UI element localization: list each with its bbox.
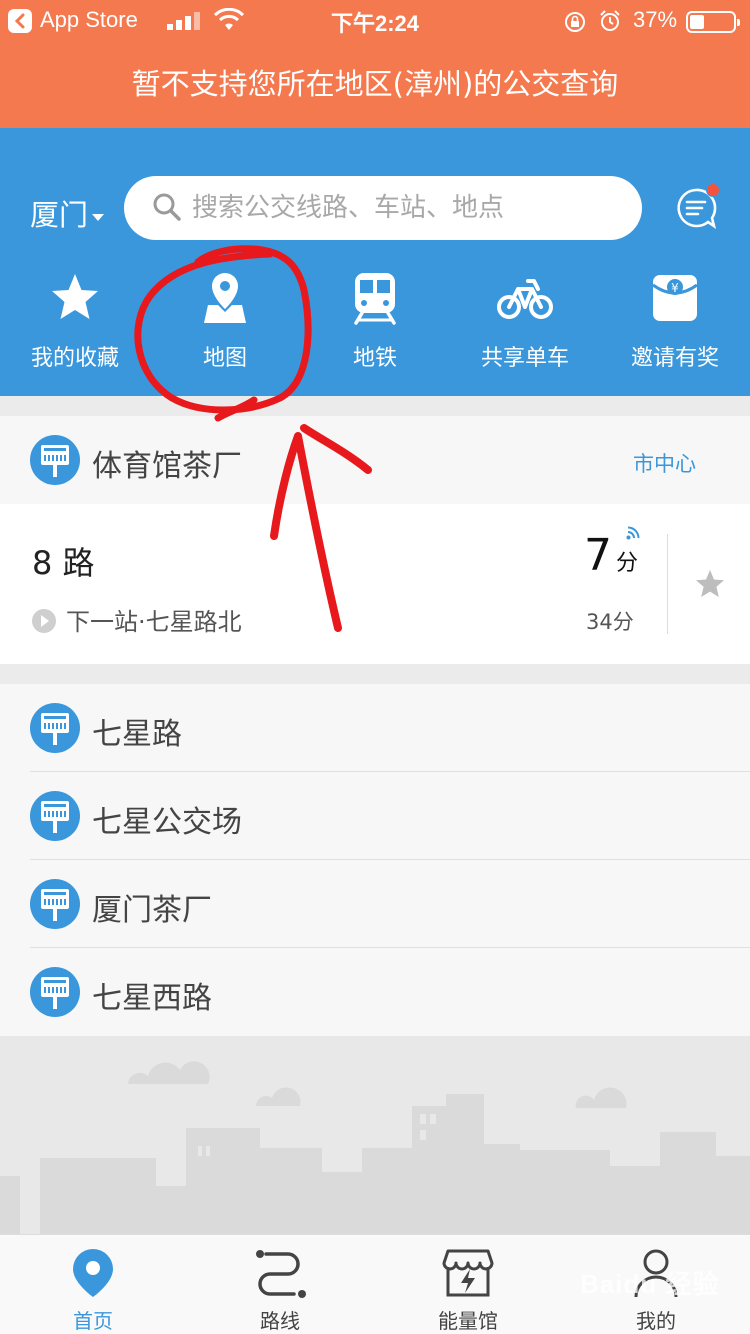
- stop-name: 体育馆茶厂: [92, 449, 242, 484]
- quick-label: 地铁: [352, 346, 397, 371]
- city-label: 厦门: [30, 198, 89, 232]
- status-bar: App Store 下午2:24 37%: [0, 0, 750, 42]
- stop-name: 七星公交场: [92, 805, 242, 840]
- tab-label: 能量馆: [438, 1309, 498, 1333]
- tab-label: 路线: [260, 1309, 300, 1333]
- quick-label: 地图: [202, 346, 247, 371]
- region-notice: 暂不支持您所在地区(漳州)的公交查询: [0, 42, 750, 128]
- realtime-signal-icon: [626, 526, 640, 540]
- stop-name: 七星西路: [92, 981, 212, 1016]
- bus-stop-icon: [30, 703, 80, 753]
- tab-energy[interactable]: 能量馆: [398, 1245, 538, 1334]
- bus-stop-icon: [30, 967, 80, 1017]
- battery-icon: [686, 11, 740, 33]
- subway-icon: [354, 273, 396, 325]
- header: 厦门 我的收藏: [0, 128, 750, 396]
- list-item[interactable]: 七星公交场: [0, 772, 750, 860]
- notification-dot: [706, 183, 720, 197]
- favorite-star-icon[interactable]: [694, 568, 726, 600]
- nearby-stop-card: 体育馆茶厂 市中心 8 路 下一站·七星路北 7分 34分: [0, 416, 750, 664]
- home-pin-icon: [73, 1249, 113, 1297]
- city-selector[interactable]: 厦门: [30, 192, 105, 234]
- search-icon: [153, 193, 181, 221]
- next-stop-label: 下一站·七星路北: [66, 608, 242, 636]
- list-item[interactable]: 七星西路: [0, 948, 750, 1036]
- divider: [667, 534, 668, 634]
- search-bar[interactable]: [124, 176, 642, 240]
- stop-header[interactable]: 体育馆茶厂 市中心: [0, 416, 750, 504]
- route-icon: [256, 1250, 306, 1298]
- svg-text:¥: ¥: [671, 281, 679, 295]
- eta-unit: 分: [616, 551, 639, 576]
- list-item[interactable]: 厦门茶厂: [0, 860, 750, 948]
- watermark: Baidu 经验: [580, 1269, 720, 1299]
- bus-stop-icon: [30, 435, 80, 485]
- tab-routes[interactable]: 路线: [210, 1245, 350, 1334]
- star-icon: [52, 274, 98, 319]
- battery-percent: 37%: [633, 7, 678, 32]
- tab-label: 我的: [636, 1309, 676, 1333]
- energy-store-icon: [442, 1249, 494, 1297]
- play-icon: [32, 609, 56, 633]
- rotation-lock-icon: [565, 12, 585, 32]
- stop-name: 七星路: [92, 717, 182, 752]
- quick-map[interactable]: 地图: [150, 268, 300, 372]
- quick-favorites[interactable]: 我的收藏: [0, 268, 150, 372]
- quick-invite[interactable]: ¥ 邀请有奖: [600, 268, 750, 372]
- next-eta: 34分: [586, 610, 634, 634]
- stop-name: 厦门茶厂: [92, 893, 212, 928]
- alarm-icon: [600, 10, 620, 31]
- tab-home[interactable]: 首页: [23, 1245, 163, 1334]
- route-row[interactable]: 8 路 下一站·七星路北 7分 34分: [0, 504, 750, 664]
- next-stop: 下一站·七星路北: [32, 602, 242, 637]
- eta-value: 7: [584, 530, 612, 581]
- quick-label: 邀请有奖: [630, 346, 719, 371]
- direction-label[interactable]: 市中心: [633, 448, 696, 478]
- stop-list: 七星路 七星公交场 厦门茶厂 七星西路: [0, 684, 750, 1036]
- bus-stop-icon: [30, 791, 80, 841]
- bicycle-icon: [497, 279, 553, 319]
- quick-label: 我的收藏: [30, 346, 119, 371]
- list-item[interactable]: 七星路: [0, 684, 750, 772]
- quick-subway[interactable]: 地铁: [300, 268, 450, 372]
- search-input[interactable]: [192, 186, 612, 230]
- message-button[interactable]: [674, 183, 720, 230]
- quick-label: 共享单车: [480, 346, 569, 371]
- caret-down-icon: [92, 213, 105, 221]
- bus-stop-icon: [30, 879, 80, 929]
- quick-actions: 我的收藏 地图 地铁 共享单车 ¥ 邀请有奖: [0, 268, 750, 378]
- red-envelope-icon: ¥: [652, 275, 698, 321]
- map-pin-icon: [204, 273, 246, 323]
- tab-label: 首页: [73, 1309, 113, 1333]
- route-number: 8 路: [32, 544, 95, 582]
- city-skyline-illustration: [0, 1036, 750, 1234]
- quick-bike[interactable]: 共享单车: [450, 268, 600, 372]
